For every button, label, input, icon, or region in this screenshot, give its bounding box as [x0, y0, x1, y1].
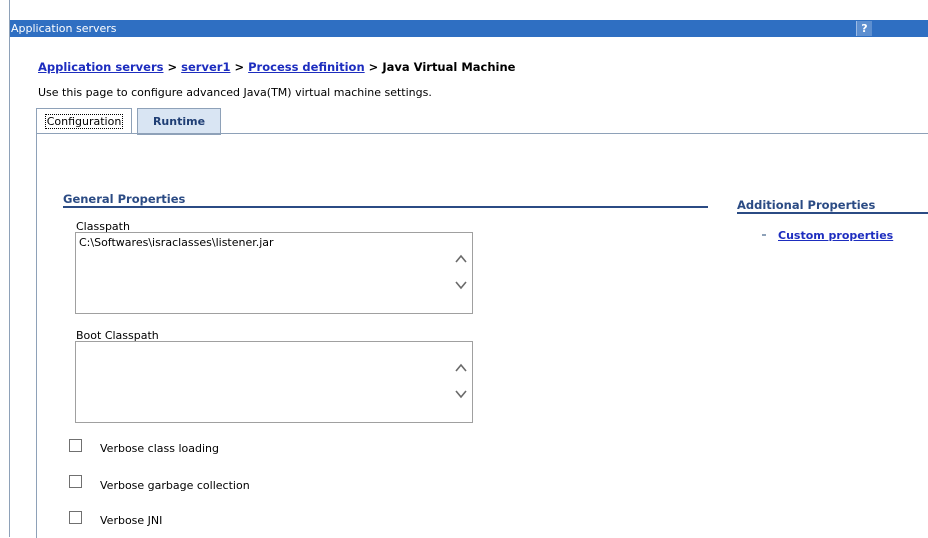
classpath-value: C:\Softwares\israclasses\listener.jar — [79, 236, 274, 249]
breadcrumb-separator: > — [167, 60, 178, 74]
breadcrumb-process-definition[interactable]: Process definition — [248, 60, 365, 74]
breadcrumb-server1[interactable]: server1 — [181, 60, 230, 74]
general-properties-divider — [63, 206, 708, 208]
breadcrumb-separator: > — [368, 60, 379, 74]
breadcrumb: Application servers > server1 > Process … — [38, 60, 515, 74]
custom-properties-link[interactable]: Custom properties — [778, 229, 893, 242]
tab-runtime[interactable]: Runtime — [137, 108, 221, 135]
scroll-up-icon[interactable] — [454, 252, 468, 266]
additional-properties-title: Additional Properties — [737, 198, 876, 212]
verbose-jni-checkbox[interactable] — [69, 511, 82, 524]
classpath-textarea[interactable]: C:\Softwares\israclasses\listener.jar — [75, 232, 473, 314]
breadcrumb-separator: > — [234, 60, 245, 74]
verbose-jni-label: Verbose JNI — [100, 514, 163, 527]
scroll-down-icon[interactable] — [454, 278, 468, 292]
page-description: Use this page to configure advanced Java… — [38, 86, 432, 99]
main-frame: Application servers ? Application server… — [9, 0, 928, 538]
help-icon[interactable]: ? — [856, 21, 872, 36]
boot-classpath-textarea[interactable] — [75, 341, 473, 423]
additional-properties-divider — [737, 212, 928, 214]
breadcrumb-application-servers[interactable]: Application servers — [38, 60, 163, 74]
verbose-class-loading-checkbox[interactable] — [69, 439, 82, 452]
scroll-down-icon[interactable] — [454, 387, 468, 401]
bullet-icon — [762, 234, 766, 236]
tab-configuration[interactable]: Configuration — [36, 108, 132, 134]
title-bar: Application servers ? — [10, 20, 928, 37]
verbose-garbage-collection-label: Verbose garbage collection — [100, 479, 250, 492]
scroll-up-icon[interactable] — [454, 361, 468, 375]
verbose-class-loading-label: Verbose class loading — [100, 442, 219, 455]
tab-configuration-label: Configuration — [44, 114, 124, 129]
general-properties-title: General Properties — [63, 192, 186, 206]
verbose-garbage-collection-checkbox[interactable] — [69, 475, 82, 488]
breadcrumb-current: Java Virtual Machine — [382, 60, 516, 74]
window-title: Application servers — [11, 22, 117, 35]
